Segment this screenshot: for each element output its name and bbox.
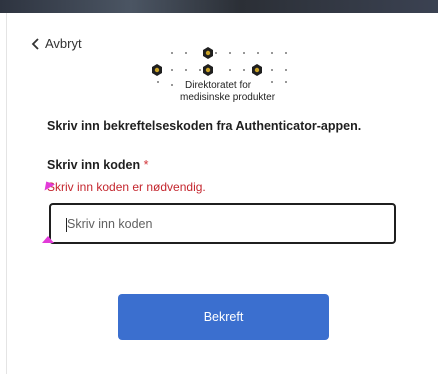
cancel-label: Avbryt bbox=[45, 36, 82, 51]
code-input-container[interactable] bbox=[49, 203, 396, 244]
chevron-left-icon bbox=[31, 37, 39, 50]
annotation-marker-icon bbox=[42, 236, 54, 243]
logo: Direktoratet for medisinske produkter bbox=[150, 44, 304, 108]
instruction-text: Skriv inn bekreftelseskoden fra Authenti… bbox=[47, 119, 362, 133]
panel-border bbox=[6, 13, 7, 374]
text-cursor bbox=[66, 218, 67, 232]
required-asterisk: * bbox=[143, 158, 149, 172]
code-label-text: Skriv inn koden bbox=[47, 158, 141, 172]
logo-line-2: medisinske produkter bbox=[180, 92, 276, 103]
confirm-button[interactable]: Bekreft bbox=[118, 294, 329, 340]
error-message: Skriv inn koden er nødvendig. bbox=[47, 180, 206, 194]
browser-top-strip: ​ bbox=[0, 0, 438, 13]
code-field-label: Skriv inn koden * bbox=[47, 158, 148, 172]
cancel-link[interactable]: Avbryt bbox=[31, 36, 82, 51]
code-input[interactable] bbox=[51, 216, 394, 231]
logo-line-1: Direktoratet for bbox=[185, 80, 252, 91]
